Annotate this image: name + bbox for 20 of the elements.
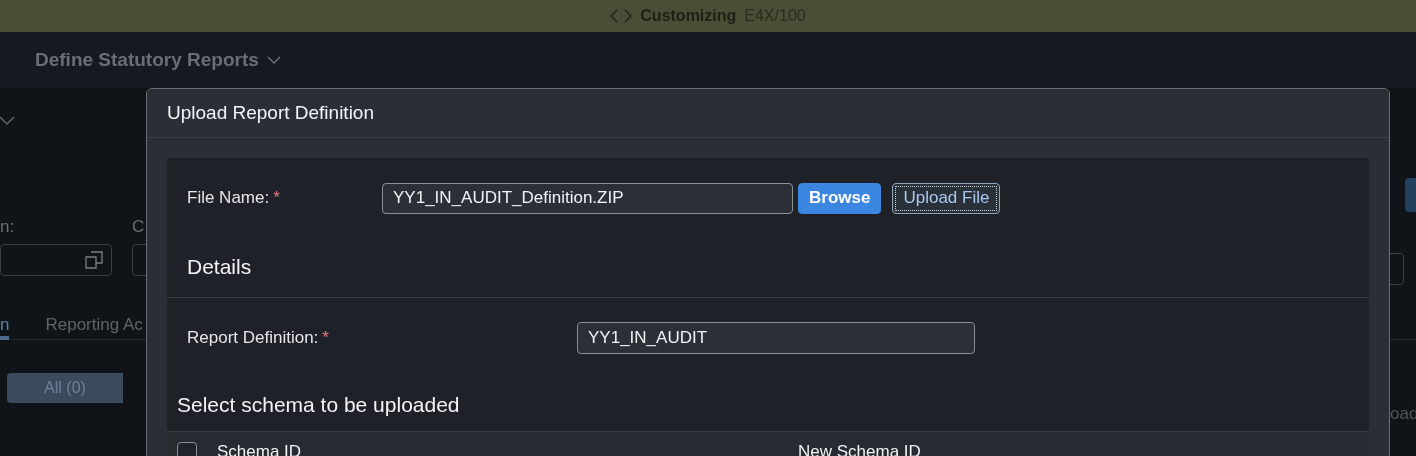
value-help-field[interactable] xyxy=(0,243,112,276)
browse-button[interactable]: Browse xyxy=(798,182,882,214)
filter-label: n: xyxy=(0,216,16,238)
field-label: Report Definition: * xyxy=(187,327,330,350)
chevron-down-icon[interactable] xyxy=(0,116,16,126)
section-title: Details xyxy=(187,253,252,280)
value-help-icon[interactable] xyxy=(85,250,103,269)
code-icon xyxy=(610,9,633,23)
section-title: Select schema to be uploaded xyxy=(177,391,460,418)
field-label: File Name: * xyxy=(187,187,281,210)
dialog-title: Upload Report Definition xyxy=(167,100,374,125)
chevron-down-icon[interactable] xyxy=(266,56,281,64)
app-title: Define Statutory Reports xyxy=(35,47,259,72)
tab[interactable]: n xyxy=(0,311,10,340)
checkbox[interactable] xyxy=(177,442,197,456)
file-name-field[interactable]: YY1_IN_AUDIT_Definition.ZIP xyxy=(382,182,793,214)
filter-label: C xyxy=(132,216,145,238)
upload-button[interactable]: Upload File xyxy=(892,182,1001,214)
report-definition-field[interactable]: YY1_IN_AUDIT xyxy=(577,322,975,354)
tab[interactable]: Reporting Ac xyxy=(45,311,143,340)
